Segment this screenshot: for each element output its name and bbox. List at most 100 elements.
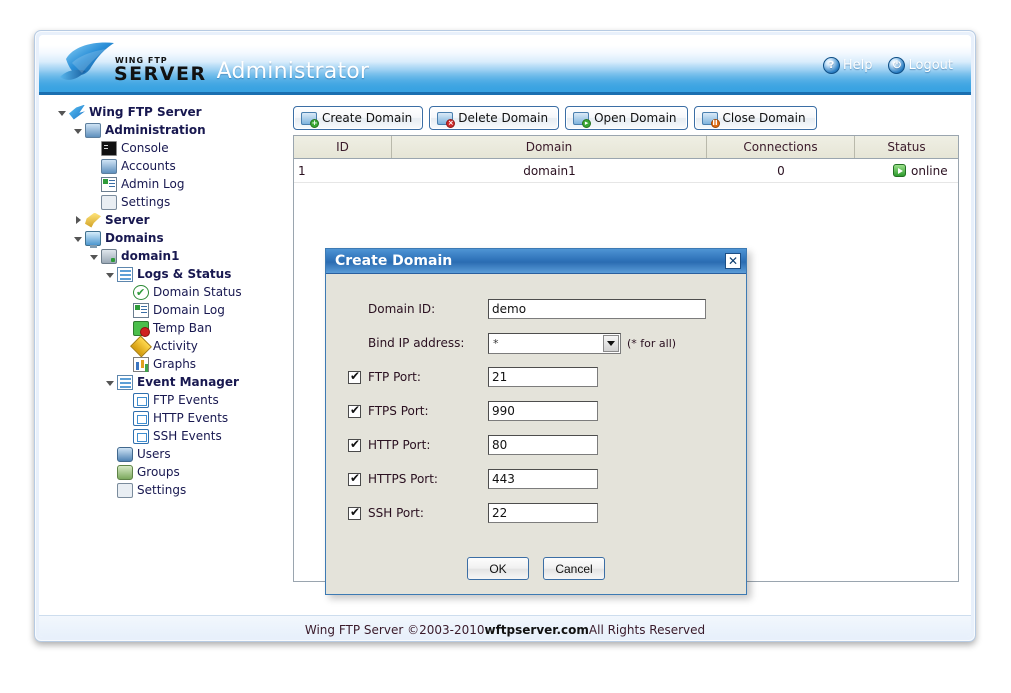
ssh-port-input[interactable]: [488, 503, 598, 523]
chevron-down-icon[interactable]: [73, 233, 84, 244]
logout-button[interactable]: ⏻ Logout: [888, 57, 953, 74]
sidebar-item-event-manager[interactable]: Event Manager: [57, 373, 293, 391]
settings-gear-icon: [101, 195, 117, 210]
domains-icon: [85, 231, 101, 246]
logs-status-icon: [117, 267, 133, 282]
tree-spacer: [89, 197, 100, 208]
sidebar-item-wing-ftp-server[interactable]: Wing FTP Server: [57, 103, 293, 121]
table-row[interactable]: 1 domain1 0 online: [294, 159, 958, 183]
sidebar-item-settings[interactable]: Settings: [57, 193, 293, 211]
tree-spacer: [121, 359, 132, 370]
console-icon: [101, 141, 117, 156]
help-button[interactable]: ? Help: [823, 57, 873, 74]
cancel-button[interactable]: Cancel: [543, 557, 605, 580]
tree-spacer: [89, 143, 100, 154]
chevron-down-icon[interactable]: [89, 251, 100, 262]
cell-status: online: [855, 159, 958, 183]
help-label: Help: [843, 58, 873, 73]
sidebar-item-users[interactable]: Users: [57, 445, 293, 463]
tree-spacer: [121, 305, 132, 316]
sidebar-item-ssh-events[interactable]: SSH Events: [57, 427, 293, 445]
chevron-down-icon[interactable]: [105, 377, 116, 388]
ftp-port-checkbox[interactable]: [348, 371, 361, 384]
sidebar-item-groups[interactable]: Groups: [57, 463, 293, 481]
sidebar-item-domain-status[interactable]: Domain Status: [57, 283, 293, 301]
sidebar-item-label: Settings: [137, 481, 186, 499]
sidebar-item-domain-log[interactable]: Domain Log: [57, 301, 293, 319]
sidebar-item-graphs[interactable]: Graphs: [57, 355, 293, 373]
column-header-status[interactable]: Status: [855, 136, 958, 158]
tree-spacer: [105, 485, 116, 496]
tree-spacer: [121, 323, 132, 334]
field-row-http-port: HTTP Port:: [326, 428, 746, 462]
bind-ip-select[interactable]: *: [488, 333, 621, 354]
column-header-id[interactable]: ID: [294, 136, 392, 158]
application-inner: WING FTP SERVER Administrator ? Help ⏻ L…: [39, 35, 971, 637]
sidebar-item-activity[interactable]: Activity: [57, 337, 293, 355]
ftp-port-input[interactable]: [488, 367, 598, 387]
ssh-port-checkbox[interactable]: [348, 507, 361, 520]
https-port-input[interactable]: [488, 469, 598, 489]
sidebar-item-http-events[interactable]: HTTP Events: [57, 409, 293, 427]
sidebar-item-server[interactable]: Server: [57, 211, 293, 229]
graphs-icon: [133, 357, 149, 372]
brand-wordmark: WING FTP SERVER: [114, 57, 207, 87]
dialog-body: Domain ID: Bind IP address: * (* for all…: [326, 274, 746, 580]
sidebar-item-console[interactable]: Console: [57, 139, 293, 157]
sidebar-item-label: Temp Ban: [153, 319, 212, 337]
footer-prefix: Wing FTP Server ©2003-2010: [305, 623, 485, 637]
sidebar-item-administration[interactable]: Administration: [57, 121, 293, 139]
wing-bird-logo-icon: [56, 39, 118, 87]
chevron-down-icon[interactable]: [57, 107, 68, 118]
accounts-icon: [101, 159, 117, 174]
toolbar-button-label: Close Domain: [723, 111, 806, 125]
sidebar-item-accounts[interactable]: Accounts: [57, 157, 293, 175]
column-header-connections[interactable]: Connections: [707, 136, 855, 158]
cell-domain: domain1: [392, 159, 707, 183]
chevron-down-icon[interactable]: [73, 125, 84, 136]
http-port-input[interactable]: [488, 435, 598, 455]
sidebar-item-domains[interactable]: Domains: [57, 229, 293, 247]
sidebar-item-temp-ban[interactable]: Temp Ban: [57, 319, 293, 337]
domain-id-label: Domain ID:: [368, 302, 488, 316]
sidebar-item-label: HTTP Events: [153, 409, 228, 427]
open-domain-icon: ▸: [573, 111, 589, 126]
ftps-port-input[interactable]: [488, 401, 598, 421]
sidebar-item-admin-log[interactable]: Admin Log: [57, 175, 293, 193]
sidebar-item-settings[interactable]: Settings: [57, 481, 293, 499]
http-port-checkbox[interactable]: [348, 439, 361, 452]
column-header-domain[interactable]: Domain: [392, 136, 707, 158]
app-root: WING FTP SERVER Administrator ? Help ⏻ L…: [0, 0, 1011, 693]
groups-icon: [117, 465, 133, 480]
ok-button[interactable]: OK: [467, 557, 529, 580]
admin-log-icon: [101, 177, 117, 192]
chevron-down-icon[interactable]: [105, 269, 116, 280]
domain-id-input[interactable]: [488, 299, 706, 319]
ssh-port-label: SSH Port:: [368, 506, 488, 520]
domain-icon: [101, 249, 117, 264]
sidebar-item-logs-status[interactable]: Logs & Status: [57, 265, 293, 283]
tree-spacer: [105, 467, 116, 478]
create-domain-button[interactable]: +Create Domain: [293, 106, 423, 130]
sidebar-item-domain1[interactable]: domain1: [57, 247, 293, 265]
application-window: WING FTP SERVER Administrator ? Help ⏻ L…: [34, 30, 976, 642]
cell-id: 1: [294, 159, 392, 183]
delete-domain-icon: ×: [437, 111, 453, 126]
sidebar-item-ftp-events[interactable]: FTP Events: [57, 391, 293, 409]
http-port-label: HTTP Port:: [368, 438, 488, 452]
bind-ip-hint: (* for all): [627, 337, 676, 350]
event-manager-icon: [117, 375, 133, 390]
close-domain-button[interactable]: II Close Domain: [694, 106, 817, 130]
ftps-port-checkbox[interactable]: [348, 405, 361, 418]
create-domain-dialog: Create Domain ✕ Domain ID: Bind IP addre…: [325, 248, 747, 595]
status-badge: online: [911, 164, 948, 178]
delete-domain-button[interactable]: ×Delete Domain: [429, 106, 559, 130]
close-x-icon[interactable]: ✕: [725, 253, 741, 269]
https-port-checkbox[interactable]: [348, 473, 361, 486]
sidebar-item-label: Wing FTP Server: [89, 103, 202, 121]
close-domain-icon: II: [702, 111, 718, 126]
dialog-title-bar[interactable]: Create Domain ✕: [326, 249, 746, 274]
open-domain-button[interactable]: ▸Open Domain: [565, 106, 687, 130]
chevron-right-icon[interactable]: [73, 215, 84, 226]
ftps-port-label: FTPS Port:: [368, 404, 488, 418]
